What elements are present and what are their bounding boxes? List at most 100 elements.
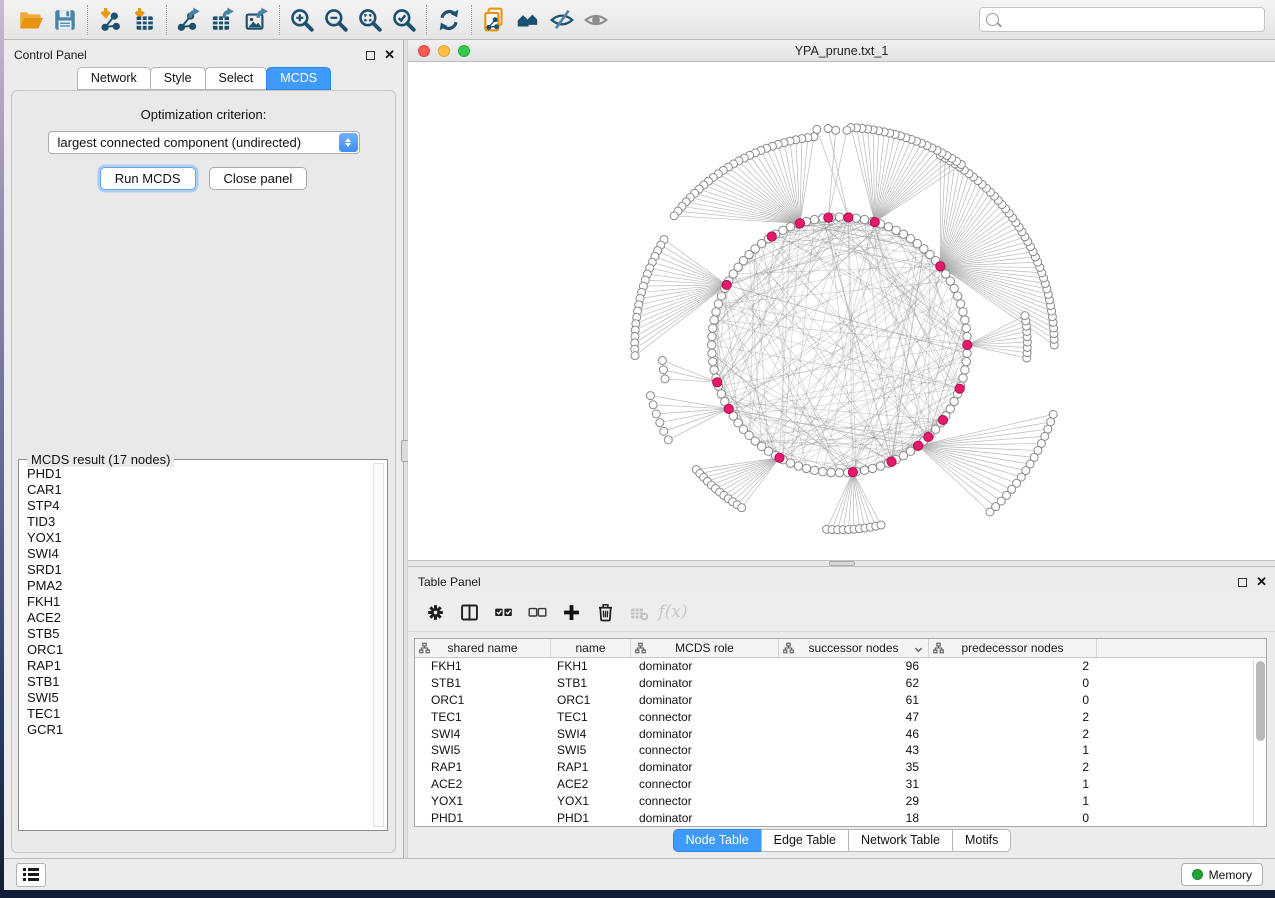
table-row[interactable]: ACE2ACE2connector311: [415, 776, 1266, 793]
mcds-result-item[interactable]: PHD1: [27, 466, 371, 482]
cell: 1: [929, 794, 1097, 808]
mcds-result-box: MCDS result (17 nodes) PHD1CAR1STP4TID3Y…: [18, 459, 388, 831]
column-header-predecessor-nodes[interactable]: predecessor nodes: [929, 639, 1097, 657]
hide-selected-icon[interactable]: [545, 5, 579, 35]
split-columns-icon[interactable]: [454, 598, 484, 626]
first-neighbors-icon[interactable]: [511, 5, 545, 35]
cell: RAP1: [551, 760, 631, 774]
zoom-fit-icon[interactable]: [353, 5, 387, 35]
mcds-result-item[interactable]: ACE2: [27, 610, 371, 626]
close-panel-button[interactable]: Close panel: [209, 167, 308, 190]
mcds-result-list[interactable]: PHD1CAR1STP4TID3YOX1SWI4SRD1PMA2FKH1ACE2…: [27, 466, 371, 826]
network-canvas[interactable]: [408, 62, 1275, 560]
export-table-icon[interactable]: [206, 5, 240, 35]
table-panel: Table Panel ✕ f(x) shared namenameMCDS r…: [408, 567, 1275, 858]
tab-edge-table[interactable]: Edge Table: [761, 829, 849, 852]
mcds-result-item[interactable]: SWI5: [27, 690, 371, 706]
column-header-MCDS-role[interactable]: MCDS role: [631, 639, 779, 657]
node-table: shared namenameMCDS role successor nodes p…: [414, 638, 1267, 827]
column-label: successor nodes: [808, 641, 898, 655]
float-panel-icon[interactable]: [366, 51, 375, 60]
network-graph[interactable]: [408, 62, 1275, 560]
table-tabs: Node TableEdge TableNetwork TableMotifs: [408, 827, 1275, 854]
open-session-icon[interactable]: [14, 5, 48, 35]
unselect-all-columns-icon[interactable]: [522, 598, 552, 626]
mcds-result-item[interactable]: TID3: [27, 514, 371, 530]
cell: connector: [631, 777, 779, 791]
tab-network-table[interactable]: Network Table: [848, 829, 953, 852]
zoom-out-icon[interactable]: [319, 5, 353, 35]
settings-gear-icon[interactable]: [420, 598, 450, 626]
table-row[interactable]: TEC1TEC1connector472: [415, 708, 1266, 725]
tab-style[interactable]: Style: [150, 67, 206, 90]
table-row[interactable]: SWI4SWI4dominator462: [415, 725, 1266, 742]
search-icon: [986, 13, 999, 26]
export-image-icon[interactable]: [240, 5, 274, 35]
import-table-icon[interactable]: [127, 5, 161, 35]
column-header-shared-name[interactable]: shared name: [415, 639, 551, 657]
mcds-result-item[interactable]: CAR1: [27, 482, 371, 498]
cell: 29: [779, 794, 929, 808]
tab-motifs[interactable]: Motifs: [952, 829, 1011, 852]
table-scrollbar[interactable]: [1253, 659, 1266, 826]
table-header-row: shared namenameMCDS role successor nodes p…: [415, 639, 1266, 658]
table-row[interactable]: STB1STB1dominator620: [415, 675, 1266, 692]
tab-node-table[interactable]: Node Table: [673, 829, 762, 852]
close-panel-icon[interactable]: ✕: [1256, 577, 1267, 587]
splitter-handle[interactable]: [829, 561, 855, 566]
mcds-result-item[interactable]: FKH1: [27, 594, 371, 610]
task-history-button[interactable]: [16, 863, 46, 887]
table-row[interactable]: PHD1PHD1dominator180: [415, 809, 1266, 826]
select-all-columns-icon[interactable]: [488, 598, 518, 626]
memory-button[interactable]: Memory: [1181, 863, 1263, 886]
cell: 2: [929, 710, 1097, 724]
zoom-in-icon[interactable]: [285, 5, 319, 35]
table-row[interactable]: SWI5SWI5connector431: [415, 742, 1266, 759]
tab-select[interactable]: Select: [205, 67, 268, 90]
column-header-successor-nodes[interactable]: successor nodes: [779, 639, 929, 657]
mcds-result-item[interactable]: RAP1: [27, 658, 371, 674]
search-box[interactable]: [979, 7, 1265, 32]
criterion-select[interactable]: largest connected component (undirected): [48, 131, 360, 154]
run-mcds-button[interactable]: Run MCDS: [100, 167, 196, 190]
table-row[interactable]: ORC1ORC1dominator610: [415, 692, 1266, 709]
cell: connector: [631, 794, 779, 808]
mcds-result-item[interactable]: STB5: [27, 626, 371, 642]
cell: TEC1: [551, 710, 631, 724]
zoom-selected-icon[interactable]: [387, 5, 421, 35]
export-network-icon[interactable]: [172, 5, 206, 35]
graphics-details-icon[interactable]: [579, 5, 613, 35]
toolbar-icon-group: [14, 5, 613, 35]
mcds-result-item[interactable]: STP4: [27, 498, 371, 514]
new-network-from-selection-icon[interactable]: [477, 5, 511, 35]
search-input[interactable]: [1004, 13, 1258, 27]
table-toolbar: f(x): [408, 593, 1275, 632]
mcds-result-item[interactable]: PMA2: [27, 578, 371, 594]
table-row[interactable]: YOX1YOX1connector291: [415, 792, 1266, 809]
mcds-result-item[interactable]: GCR1: [27, 722, 371, 738]
tab-network[interactable]: Network: [77, 67, 151, 90]
scrollbar-thumb[interactable]: [1256, 661, 1265, 741]
mcds-result-item[interactable]: YOX1: [27, 530, 371, 546]
table-row[interactable]: RAP1RAP1dominator352: [415, 759, 1266, 776]
control-panel: Control Panel ✕ NetworkStyleSelectMCDS O…: [4, 40, 403, 858]
table-row[interactable]: FKH1FKH1dominator962: [415, 658, 1266, 675]
mcds-result-item[interactable]: SRD1: [27, 562, 371, 578]
mcds-result-item[interactable]: ORC1: [27, 642, 371, 658]
delete-column-icon[interactable]: [590, 598, 620, 626]
mcds-result-item[interactable]: STB1: [27, 674, 371, 690]
cell: 62: [779, 676, 929, 690]
column-header-name[interactable]: name: [551, 639, 631, 657]
mcds-result-item[interactable]: SWI4: [27, 546, 371, 562]
add-column-icon[interactable]: [556, 598, 586, 626]
import-network-icon[interactable]: [93, 5, 127, 35]
mcds-list-scrollbar[interactable]: [373, 463, 384, 827]
control-panel-title: Control Panel: [14, 48, 87, 62]
close-panel-icon[interactable]: ✕: [384, 50, 395, 60]
refresh-layout-icon[interactable]: [432, 5, 466, 35]
horizontal-splitter[interactable]: [408, 560, 1275, 567]
save-session-icon[interactable]: [48, 5, 82, 35]
mcds-result-item[interactable]: TEC1: [27, 706, 371, 722]
float-panel-icon[interactable]: [1238, 578, 1247, 587]
tab-mcds[interactable]: MCDS: [266, 67, 331, 90]
